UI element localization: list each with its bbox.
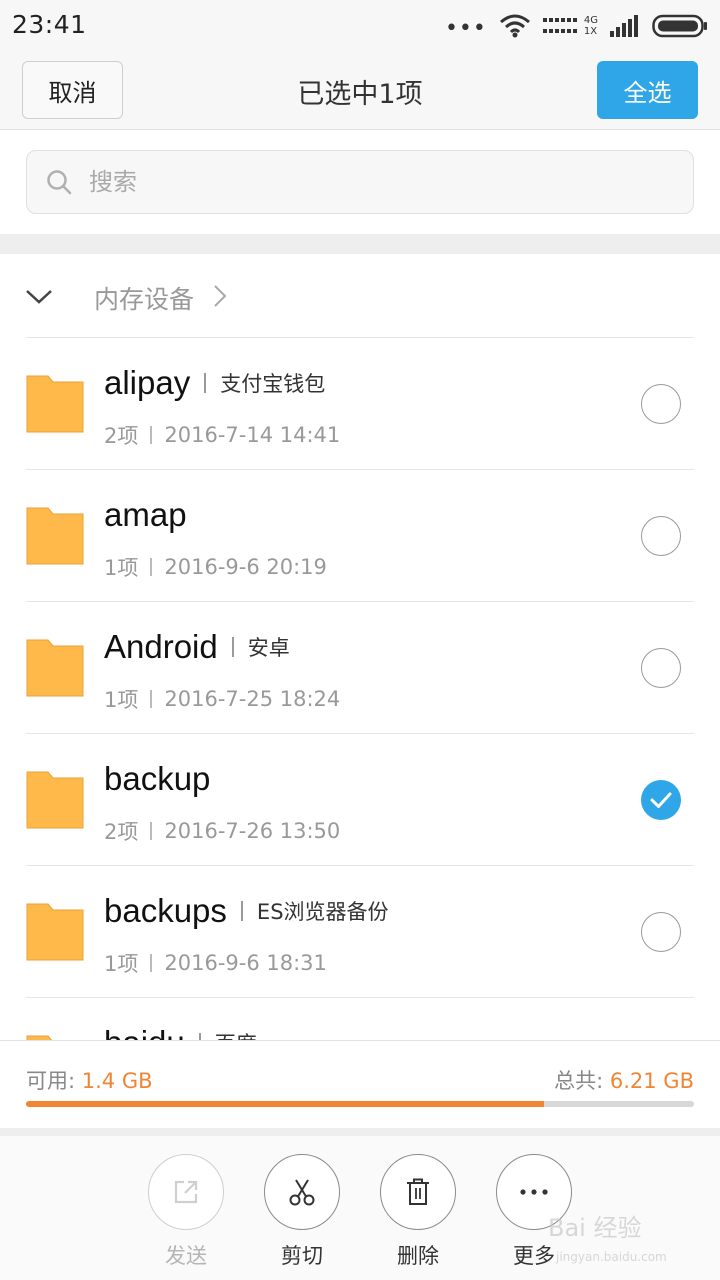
checkmark-icon	[650, 792, 672, 808]
folder-name: backups	[104, 892, 227, 929]
folder-name: amap	[104, 496, 187, 533]
breadcrumb-storage-label[interactable]: 内存设备	[94, 280, 194, 316]
available-value: 1.4 GB	[81, 1069, 153, 1093]
delete-label: 删除	[397, 1244, 439, 1268]
storage-summary: 可用: 1.4 GB 总共: 6.21 GB	[0, 1040, 720, 1128]
select-all-button[interactable]: 全选	[597, 61, 698, 119]
separator	[150, 426, 153, 444]
section-separator	[0, 1128, 720, 1136]
separator	[150, 822, 153, 840]
send-button[interactable]: 发送	[141, 1154, 231, 1270]
list-item[interactable]: alipay 支付宝钱包 2项 2016-7-14 14:41	[0, 338, 720, 470]
total-label: 总共:	[554, 1069, 604, 1093]
item-count: 1项	[104, 952, 139, 976]
select-checkbox[interactable]	[641, 384, 681, 424]
mobile-signal-4g: 4G 1X	[542, 15, 598, 37]
chevron-down-icon[interactable]	[24, 284, 54, 308]
status-icons: ••• 4G 1X	[445, 12, 708, 40]
status-bar: 23:41 ••• 4G 1X	[0, 0, 720, 52]
separator	[150, 558, 153, 576]
item-count: 1项	[104, 688, 139, 712]
storage-usage-bar	[26, 1101, 694, 1107]
action-bar: 取消 已选中1项 全选	[0, 52, 720, 130]
scissors-icon	[289, 1179, 315, 1206]
battery-icon	[652, 14, 707, 38]
share-arrow-icon	[174, 1180, 198, 1204]
cell-signal-icon	[610, 15, 638, 37]
baidu-watermark: Bai 经验	[548, 1214, 642, 1242]
signal-dots-icon	[542, 18, 577, 33]
folder-alias: ES浏览器备份	[256, 900, 389, 924]
list-item-selected[interactable]: backup 2项 2016-7-26 13:50	[0, 734, 720, 866]
baidu-watermark-url: jingyan.baidu.com	[556, 1250, 667, 1264]
folder-icon	[26, 375, 84, 433]
separator	[198, 1033, 201, 1040]
separator	[150, 690, 153, 708]
breadcrumb[interactable]: 内存设备	[0, 254, 720, 338]
item-count: 1项	[104, 556, 139, 580]
select-checkbox[interactable]	[641, 648, 681, 688]
select-checkbox-checked[interactable]	[641, 780, 681, 820]
cut-label: 剪切	[281, 1244, 323, 1268]
wifi-icon	[499, 14, 530, 38]
modified-date: 2016-9-6 20:19	[164, 555, 327, 579]
modified-date: 2016-7-14 14:41	[164, 423, 341, 447]
list-item[interactable]: backups ES浏览器备份 1项 2016-9-6 18:31	[0, 866, 720, 998]
separator	[240, 901, 243, 921]
folder-name: Android	[104, 628, 218, 665]
chevron-right-icon	[214, 285, 227, 307]
net-type-top: 4G	[583, 15, 598, 26]
list-item[interactable]: amap 1项 2016-9-6 20:19	[0, 470, 720, 602]
storage-usage-fill	[26, 1101, 544, 1107]
select-checkbox[interactable]	[641, 516, 681, 556]
separator	[150, 954, 153, 972]
available-label: 可用:	[26, 1069, 76, 1093]
folder-icon	[26, 771, 84, 829]
file-list[interactable]: alipay 支付宝钱包 2项 2016-7-14 14:41 amap 1项 …	[0, 338, 720, 1040]
section-separator	[0, 234, 720, 254]
trash-icon	[407, 1178, 429, 1205]
separator	[231, 637, 234, 657]
modified-date: 2016-7-26 13:50	[164, 819, 341, 843]
folder-name: backup	[104, 760, 211, 797]
folder-icon	[26, 903, 84, 961]
send-label: 发送	[165, 1244, 207, 1268]
select-checkbox[interactable]	[641, 912, 681, 952]
folder-alias: 安卓	[247, 636, 290, 660]
notification-dots-icon: •••	[444, 16, 487, 41]
folder-name: baidu	[104, 1024, 185, 1040]
separator	[204, 373, 207, 393]
folder-icon	[26, 639, 84, 697]
folder-alias: 支付宝钱包	[220, 372, 326, 396]
total-value: 6.21 GB	[609, 1069, 694, 1093]
cut-button[interactable]: 剪切	[257, 1154, 347, 1270]
modified-date: 2016-9-6 18:31	[164, 951, 327, 975]
modified-date: 2016-7-25 18:24	[164, 687, 341, 711]
search-input[interactable]	[89, 168, 649, 196]
folder-alias: 百度	[215, 1028, 257, 1040]
folder-name: alipay	[104, 364, 191, 401]
more-dots-icon	[520, 1189, 548, 1195]
list-item-partial[interactable]: baidu 百度	[0, 998, 720, 1040]
search-icon	[47, 170, 72, 195]
list-item[interactable]: Android 安卓 1项 2016-7-25 18:24	[0, 602, 720, 734]
item-count: 2项	[104, 820, 139, 844]
delete-button[interactable]: 删除	[373, 1154, 463, 1270]
net-type-bottom: 1X	[583, 26, 598, 37]
folder-icon	[26, 507, 84, 565]
item-count: 2项	[104, 424, 139, 448]
status-time: 23:41	[12, 10, 87, 39]
search-box[interactable]	[26, 150, 694, 214]
